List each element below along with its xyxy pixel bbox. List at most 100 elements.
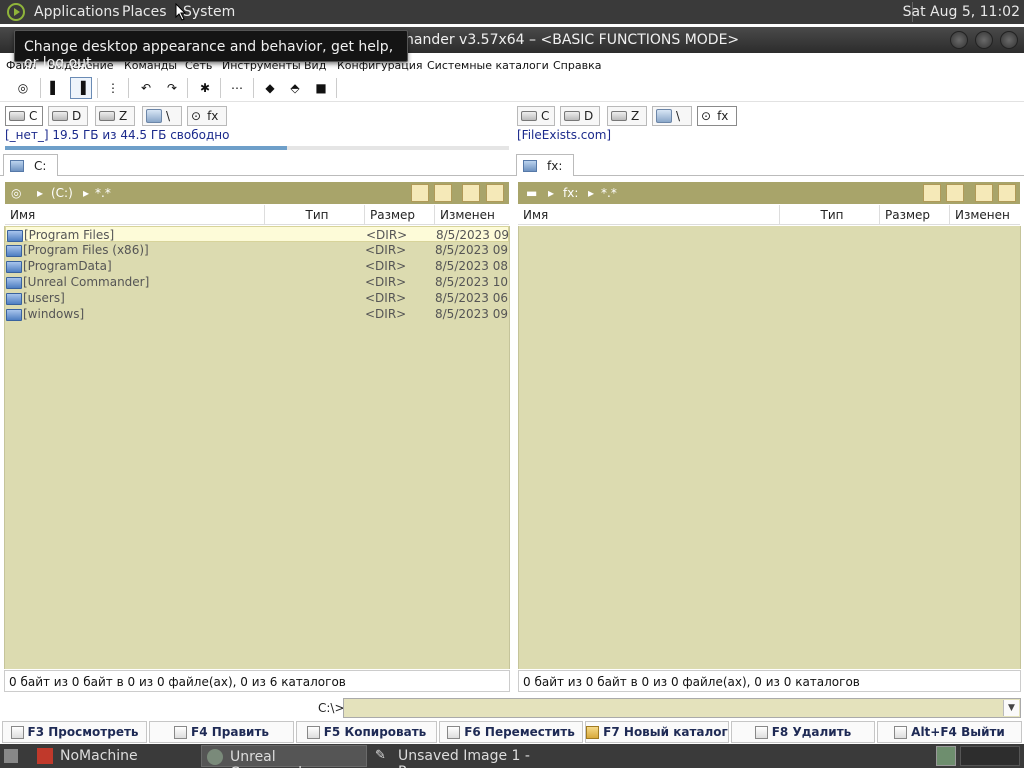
chevron-right-icon: ▸ bbox=[83, 186, 90, 200]
toolbar-separator bbox=[40, 78, 41, 98]
task-nomachine[interactable]: NoMachine bbox=[32, 745, 198, 767]
table-row[interactable]: [ProgramData] <DIR> 8/5/2023 08:2 bbox=[5, 258, 509, 274]
left-path-bar[interactable]: ◎ ▸ (C:) ▸ *.* bbox=[5, 182, 509, 204]
view-icon bbox=[10, 725, 24, 739]
settings-gear-icon[interactable]: ✱ bbox=[194, 77, 216, 99]
distro-logo-icon[interactable] bbox=[7, 3, 25, 21]
left-drive-z[interactable]: Z bbox=[95, 106, 135, 126]
drive-label: \ bbox=[166, 109, 171, 123]
left-tab-c[interactable]: C: bbox=[3, 154, 58, 176]
column-type[interactable]: Тип bbox=[780, 205, 880, 225]
applications-menu[interactable]: Applications bbox=[34, 4, 120, 20]
brief-view-icon[interactable]: ▌ bbox=[44, 77, 66, 99]
parent-dir-button[interactable] bbox=[434, 184, 452, 202]
right-drive-c[interactable]: C bbox=[517, 106, 555, 126]
left-drive-c[interactable]: C bbox=[5, 106, 43, 126]
window-maximize-button[interactable] bbox=[975, 31, 993, 49]
unreal-commander-icon bbox=[207, 749, 223, 765]
f4-edit-button[interactable]: F4 Править bbox=[149, 721, 294, 743]
right-drive-d[interactable]: D bbox=[560, 106, 600, 126]
folder-icon bbox=[6, 277, 22, 289]
menu-system-folders[interactable]: Системные каталоги bbox=[427, 59, 549, 72]
multi-rename-icon[interactable]: ■ bbox=[310, 77, 332, 99]
back-icon[interactable]: ↶ bbox=[135, 77, 157, 99]
command-line-input[interactable] bbox=[343, 698, 1021, 718]
file-modified: 8/5/2023 08:2 bbox=[435, 259, 509, 273]
window-minimize-button[interactable] bbox=[950, 31, 968, 49]
column-size[interactable]: Размер bbox=[880, 205, 950, 225]
right-list-header: Имя Тип Размер Изменен bbox=[518, 205, 1020, 225]
ftp-connect-icon[interactable]: ⋯ bbox=[226, 77, 248, 99]
column-name[interactable]: Имя bbox=[518, 205, 780, 225]
window-close-button[interactable] bbox=[1000, 31, 1018, 49]
move-icon bbox=[447, 725, 461, 739]
left-drive-d[interactable]: D bbox=[48, 106, 88, 126]
workspace-switcher[interactable] bbox=[936, 746, 956, 766]
f6-move-button[interactable]: F6 Переместить bbox=[439, 721, 583, 743]
file-size: <DIR> bbox=[366, 228, 408, 242]
system-menu[interactable]: System bbox=[183, 4, 235, 20]
right-tab-fx[interactable]: fx: bbox=[516, 154, 574, 176]
folder-icon: ▬ bbox=[526, 186, 538, 200]
column-name[interactable]: Имя bbox=[5, 205, 265, 225]
task-label: Unreal Commander... bbox=[230, 749, 328, 768]
left-drive-fx[interactable]: ⊙ fx bbox=[187, 106, 227, 126]
favorites-button[interactable] bbox=[462, 184, 480, 202]
cdrom-icon bbox=[564, 111, 580, 121]
fkey-label: F6 Переместить bbox=[464, 725, 575, 739]
column-modified[interactable]: Изменен bbox=[435, 205, 509, 225]
column-type[interactable]: Тип bbox=[265, 205, 365, 225]
task-unsaved-image[interactable]: ✎ Unsaved Image 1 - P... bbox=[370, 745, 536, 768]
f5-copy-button[interactable]: F5 Копировать bbox=[296, 721, 437, 743]
table-row[interactable]: [Unreal Commander] <DIR> 8/5/2023 10:4 bbox=[5, 274, 509, 290]
show-desktop-icon[interactable] bbox=[4, 749, 18, 763]
right-file-list[interactable] bbox=[518, 226, 1021, 669]
folder-icon bbox=[6, 261, 22, 273]
system-tray[interactable] bbox=[960, 746, 1020, 766]
full-view-icon[interactable]: ▐ bbox=[70, 77, 92, 99]
column-modified[interactable]: Изменен bbox=[950, 205, 1020, 225]
left-disk-usage-bar bbox=[5, 146, 509, 150]
alt-f4-exit-button[interactable]: Alt+F4 Выйти bbox=[877, 721, 1022, 743]
chevron-right-icon: ▸ bbox=[37, 186, 44, 200]
pack-icon[interactable]: ◆ bbox=[259, 77, 281, 99]
table-row[interactable]: [users] <DIR> 8/5/2023 06:1 bbox=[5, 290, 509, 306]
right-drive-fx[interactable]: ⊙ fx bbox=[697, 106, 737, 126]
drive-label: fx bbox=[207, 109, 219, 123]
left-drive-network[interactable]: \ bbox=[142, 106, 182, 126]
clock[interactable]: Sat Aug 5, 11:02 bbox=[903, 4, 1020, 20]
parent-dir-button[interactable] bbox=[946, 184, 964, 202]
right-drive-z[interactable]: Z bbox=[607, 106, 647, 126]
f7-new-folder-button[interactable]: F7 Новый каталог bbox=[585, 721, 729, 743]
left-tab-strip: C: bbox=[0, 152, 512, 176]
command-prompt: C:\> bbox=[318, 701, 345, 715]
root-dir-button[interactable] bbox=[923, 184, 941, 202]
root-dir-button[interactable] bbox=[411, 184, 429, 202]
file-modified: 8/5/2023 09:5 bbox=[435, 307, 509, 321]
history-button[interactable] bbox=[998, 184, 1016, 202]
left-file-list[interactable]: [Program Files] <DIR> 8/5/2023 09:0 [Pro… bbox=[4, 226, 510, 669]
table-row[interactable]: [Program Files (x86)] <DIR> 8/5/2023 09:… bbox=[5, 242, 509, 258]
unpack-icon[interactable]: ⬘ bbox=[284, 77, 306, 99]
edit-icon bbox=[174, 725, 187, 739]
right-path-bar[interactable]: ▬ ▸ fx: ▸ *.* bbox=[518, 182, 1020, 204]
f8-delete-button[interactable]: F8 Удалить bbox=[731, 721, 875, 743]
table-row[interactable]: [Program Files] <DIR> 8/5/2023 09:0 bbox=[5, 226, 510, 242]
task-unreal-commander[interactable]: Unreal Commander... bbox=[201, 745, 367, 768]
tree-view-icon[interactable]: ⋮ bbox=[102, 77, 124, 99]
drive-label: C bbox=[541, 109, 550, 123]
right-drive-network[interactable]: \ bbox=[652, 106, 692, 126]
history-button[interactable] bbox=[486, 184, 504, 202]
toolbar-separator bbox=[253, 78, 254, 98]
forward-icon[interactable]: ↷ bbox=[161, 77, 183, 99]
refresh-icon[interactable]: ◎ bbox=[12, 77, 34, 99]
places-menu[interactable]: Places bbox=[122, 4, 167, 20]
hdd-icon bbox=[521, 111, 537, 121]
column-size[interactable]: Размер bbox=[365, 205, 435, 225]
chevron-down-icon[interactable]: ▼ bbox=[1003, 700, 1019, 716]
file-name: [users] bbox=[23, 291, 65, 305]
menu-help[interactable]: Справка bbox=[553, 59, 601, 72]
table-row[interactable]: [windows] <DIR> 8/5/2023 09:5 bbox=[5, 306, 509, 322]
f3-view-button[interactable]: F3 Просмотреть bbox=[2, 721, 147, 743]
favorites-button[interactable] bbox=[975, 184, 993, 202]
